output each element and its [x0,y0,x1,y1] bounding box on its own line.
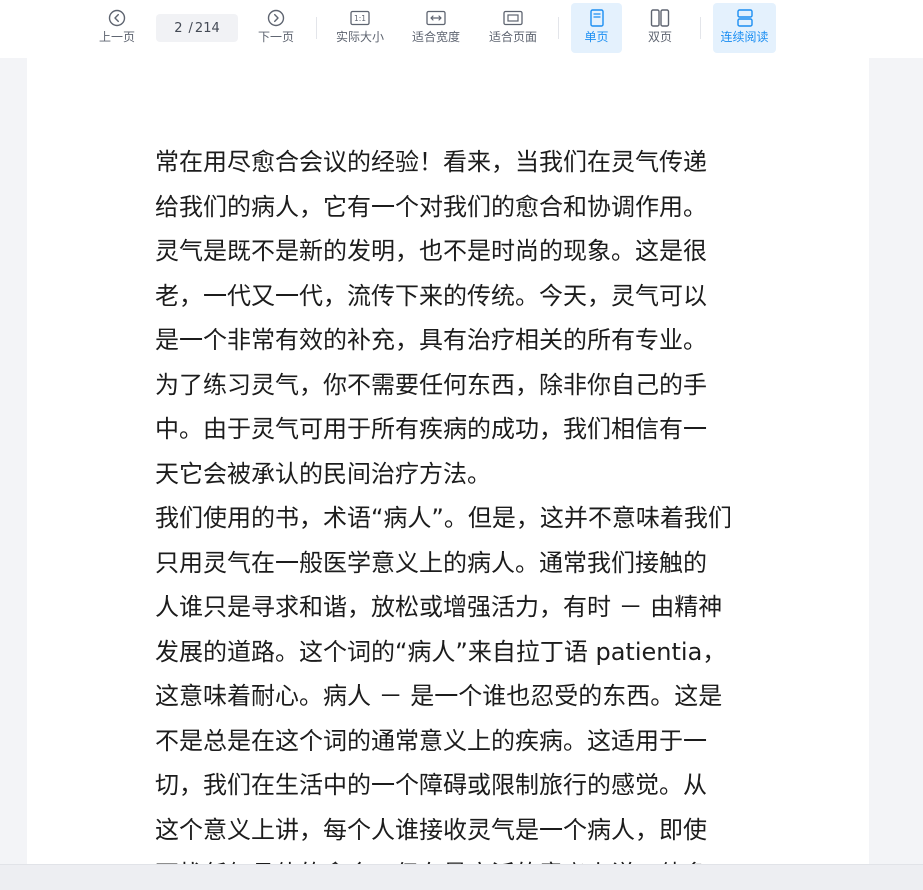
next-page-label: 下一页 [257,30,294,44]
text-line: 是一个非常有效的补充，具有治疗相关的所有专业。 [155,326,707,354]
text-line: 为了练习灵气，你不需要任何东西，除非你自己的手 [155,370,707,399]
text-line: 老，一代又一代，流传下来的传统。今天，灵气可以 [155,281,707,310]
text-line: 中。由于灵气可用于所有疾病的成功，我们相信有一 [155,415,707,443]
continuous-reading-button[interactable]: 连续阅读 [713,3,776,53]
fit-width-label: 适合宽度 [411,30,460,44]
current-page-number[interactable]: 2 [174,21,182,36]
text-line: 常在用尽愈合会议的经验！看来，当我们在灵气传递 [155,148,707,176]
fit-page-button[interactable]: 适合页面 [484,3,542,53]
bottom-scroll-area [0,864,923,890]
text-line: 切，我们在生活中的一个障碍或限制旅行的感觉。从 [155,771,707,799]
prev-page-label: 上一页 [98,30,135,44]
next-page-button[interactable]: 下一页 [254,3,298,53]
actual-size-button[interactable]: 1:1 实际大小 [332,3,388,53]
total-page-count: 214 [194,20,220,36]
chevron-left-circle-icon [107,8,127,28]
text-line: 我们使用的书，术语“病人”。但是，这并不意味着我们 [155,504,732,532]
toolbar-divider [558,17,559,39]
actual-size-glyph: 1:1 [354,14,366,23]
single-page-label: 单页 [584,30,609,44]
page-number-input[interactable]: 2 / 214 [156,14,238,42]
toolbar-divider [316,17,317,39]
chevron-right-circle-icon [266,8,286,28]
single-page-button[interactable]: 单页 [571,3,622,53]
text-line: 灵气是既不是新的发明，也不是时尚的现象。这是很 [155,237,707,265]
double-page-icon [650,8,670,28]
text-line: 人谁只是寻求和谐，放松或增强活力，有时 － 由精神 [155,593,723,621]
text-line: 不找任何具体的愈合，但在最广泛的意义上说，他多 [155,852,750,864]
fit-page-label: 适合页面 [488,30,537,44]
text-line: 只用灵气在一般医学意义上的病人。通常我们接触的 [155,548,707,577]
text-line: 不是总是在这个词的通常意义上的疾病。这适用于一 [155,726,707,755]
continuous-scroll-icon [735,8,755,28]
text-line: 这个意义上讲，每个人谁接收灵气是一个病人，即使 [155,815,707,844]
actual-size-icon: 1:1 [350,8,370,28]
text-line: 发展的道路。这个词的“病人”来自拉丁语 patientia， [155,637,727,666]
actual-size-label: 实际大小 [335,30,384,44]
double-page-label: 双页 [647,30,672,44]
text-line: 这意味着耐心。病人 － 是一个谁也忍受的东西。这是 [155,682,723,710]
fit-page-icon [503,8,523,28]
text-line: 给我们的病人，它有一个对我们的愈合和协调作用。 [155,192,707,221]
page-separator: / [188,20,193,36]
toolbar-divider [700,17,701,39]
fit-width-icon [426,8,446,28]
viewer-toolbar: 上一页 2 / 214 下一页 1:1 实际大小 适合宽度 适合页面 单页 双页… [0,0,923,58]
document-text: 常在用尽愈合会议的经验！看来，当我们在灵气传递 给我们的病人，它有一个对我们的愈合… [155,140,750,864]
document-page: 常在用尽愈合会议的经验！看来，当我们在灵气传递 给我们的病人，它有一个对我们的愈合… [27,58,869,864]
continuous-reading-label: 连续阅读 [720,30,769,44]
fit-width-button[interactable]: 适合宽度 [408,3,464,53]
double-page-button[interactable]: 双页 [638,3,682,53]
prev-page-button[interactable]: 上一页 [95,3,139,53]
text-line: 天它会被承认的民间治疗方法。 [155,459,491,488]
single-page-icon [587,8,607,28]
